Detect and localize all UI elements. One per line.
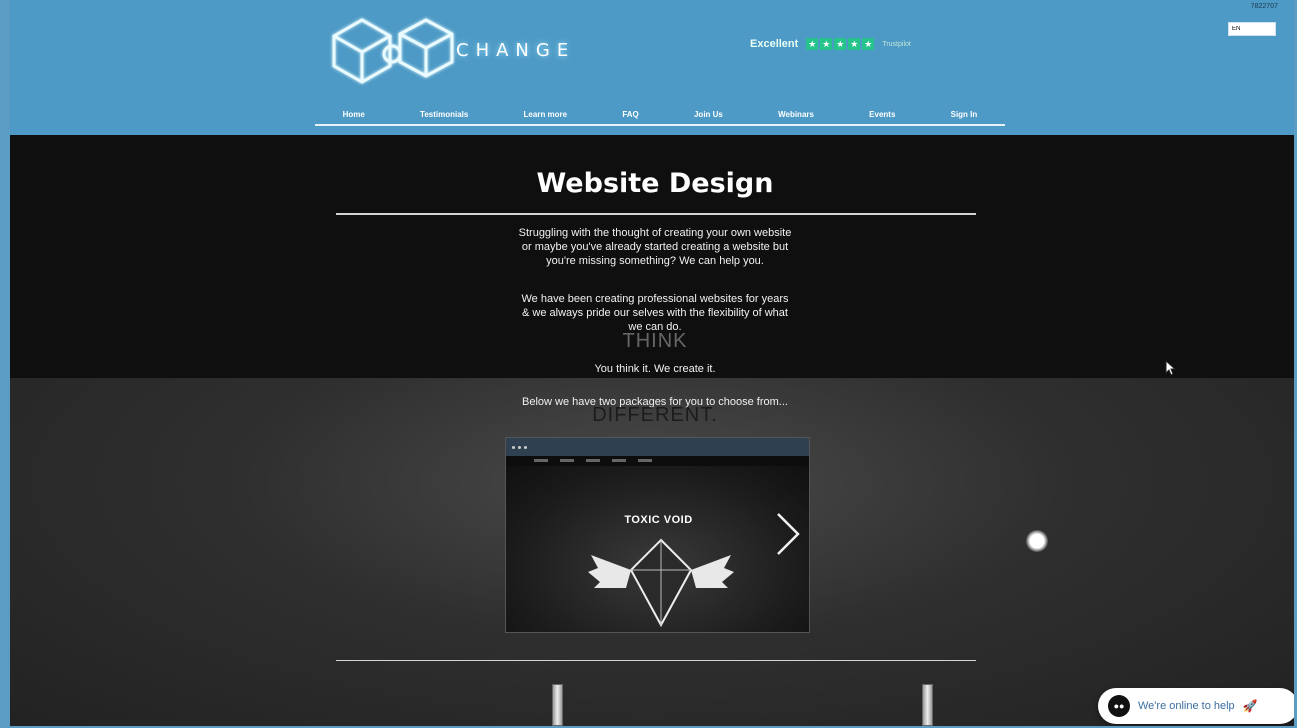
star-icon: ★ (834, 38, 847, 50)
intro-paragraph: Struggling with the thought of creating … (518, 227, 792, 267)
nav-item-events[interactable]: Events (863, 110, 901, 119)
title-divider (336, 213, 976, 215)
star-icon: ★ (820, 38, 833, 50)
nav-item-join-us[interactable]: Join Us (688, 110, 729, 119)
chevron-right-icon[interactable] (770, 510, 804, 558)
trustpilot-label: Trustpilot (882, 40, 911, 48)
logo-text: CHANGE (456, 40, 576, 61)
window-dot-icon (524, 445, 527, 449)
nav-item-faq[interactable]: FAQ (616, 110, 644, 119)
star-icon: ★ (862, 38, 875, 50)
preview-body: TOXIC VOID (506, 466, 809, 632)
language-input[interactable] (1228, 22, 1276, 36)
live-chat-button[interactable]: ●● We're online to help 🚀 (1098, 688, 1294, 724)
experience-paragraph: We have been creating professional websi… (521, 293, 789, 333)
browser-viewport: CHANGE Excellent ★ ★ ★ ★ ★ Trustpilot 78… (10, 0, 1294, 726)
window-dot-icon (518, 445, 521, 449)
visitor-counter: 7822707 (1250, 3, 1278, 10)
mouse-cursor-icon (1165, 360, 1177, 376)
preview-nav-link (612, 459, 626, 462)
preview-nav (506, 456, 809, 466)
nav-item-testimonials[interactable]: Testimonials (414, 110, 474, 119)
package-pillar (552, 684, 563, 726)
nav-item-sign-in[interactable]: Sign In (945, 110, 984, 119)
star-icon: ★ (848, 38, 861, 50)
main-nav: Home Testimonials Learn more FAQ Join Us… (315, 104, 1005, 126)
preview-nav-link (534, 459, 548, 462)
package-pillar (922, 684, 933, 726)
website-preview-slide[interactable]: TOXIC VOID (505, 437, 810, 633)
rating-label: Excellent (750, 38, 799, 50)
glow-orb (1026, 530, 1048, 552)
page-title: Website Design (536, 168, 774, 199)
rating-stars: ★ ★ ★ ★ ★ (806, 38, 875, 50)
preview-title: TOXIC VOID (624, 514, 693, 526)
trustpilot-rating[interactable]: Excellent ★ ★ ★ ★ ★ Trustpilot (750, 38, 911, 50)
chat-label: We're online to help (1138, 700, 1235, 712)
preview-nav-link (586, 459, 600, 462)
nav-item-home[interactable]: Home (337, 110, 371, 119)
preview-nav-link (638, 459, 652, 462)
star-icon: ★ (806, 38, 819, 50)
rocket-icon: 🚀 (1242, 699, 1258, 713)
section-divider (336, 660, 976, 661)
preview-nav-link (560, 459, 574, 462)
tagline: You think it. We create it. (594, 363, 716, 375)
winged-emblem-icon (588, 538, 734, 628)
overlay-different-text: DIFFERENT. (592, 404, 718, 426)
nav-item-learn-more[interactable]: Learn more (518, 110, 574, 119)
site-header: CHANGE Excellent ★ ★ ★ ★ ★ Trustpilot 78… (10, 0, 1294, 135)
overlay-think-text: THINK (622, 330, 688, 352)
preview-browser-bar (506, 438, 809, 456)
nav-item-webinars[interactable]: Webinars (772, 110, 820, 119)
window-dot-icon (512, 445, 515, 449)
chat-avatar-icon: ●● (1108, 695, 1130, 717)
